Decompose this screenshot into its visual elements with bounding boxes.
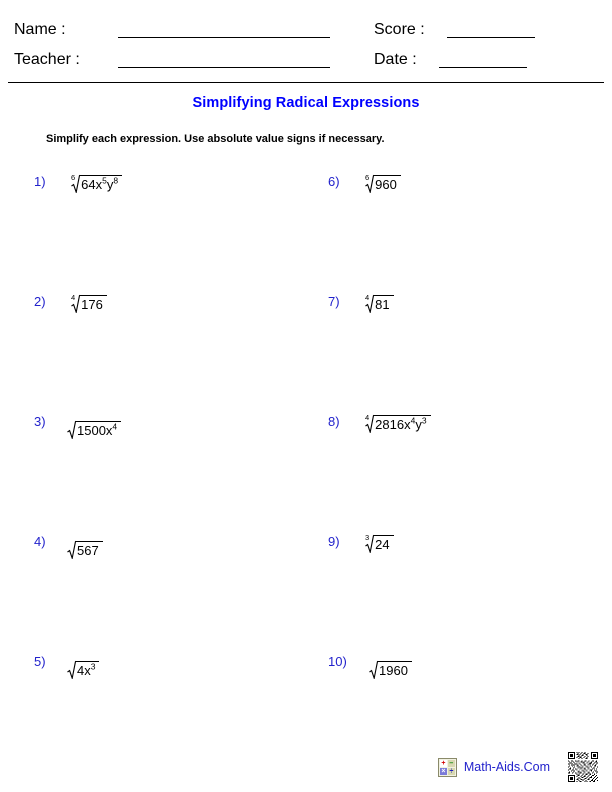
problem-number: 2): [34, 294, 46, 309]
radical-index: 4: [365, 413, 370, 422]
problem-expression: 4x3: [67, 642, 100, 679]
problem-cell: 3) 1500x4: [0, 402, 306, 522]
problem-row: 2) 4 176 7) 4 81: [0, 282, 612, 402]
teacher-label: Teacher :: [14, 51, 80, 68]
radical-index: 4: [71, 293, 76, 302]
date-label: Date :: [374, 51, 417, 68]
problem-cell: 2) 4 176: [0, 282, 306, 402]
header-row-teacher: Teacher : Date :: [14, 42, 598, 72]
radical-expression: 1960: [369, 660, 412, 679]
qr-code-icon: [568, 752, 598, 782]
brand-link[interactable]: + – × ÷ Math-Aids.Com: [437, 757, 550, 777]
problem-cell: 6) 6 960: [306, 162, 612, 282]
radical-index: 6: [365, 173, 370, 182]
problem-number: 10): [328, 654, 347, 669]
radicand: 1500x4: [76, 421, 122, 438]
calculator-key-divide: ÷: [447, 767, 455, 775]
radicand: 567: [76, 541, 103, 558]
problem-expression: 567: [67, 522, 103, 559]
teacher-input-line[interactable]: [118, 66, 330, 68]
problem-expression: 4 81: [362, 282, 394, 313]
problem-row: 4) 567 9) 3 24: [0, 522, 612, 642]
name-label: Name :: [14, 21, 66, 38]
radicand: 24: [374, 535, 394, 552]
worksheet-header: Name : Score : Teacher : Date :: [0, 0, 612, 72]
problem-expression: 1960: [362, 642, 412, 679]
radical-expression: 4 81: [362, 294, 394, 313]
radicand: 176: [80, 295, 107, 312]
page-title: Simplifying Radical Expressions: [192, 95, 420, 111]
calculator-key-times: ×: [439, 767, 447, 775]
header-row-name: Name : Score :: [14, 12, 598, 42]
radical-expression: 567: [67, 540, 103, 559]
radical-sign-icon: [67, 420, 76, 439]
radical-sign-icon: [67, 540, 76, 559]
problem-number: 5): [34, 654, 46, 669]
radical-sign-icon: [67, 660, 76, 679]
score-label: Score :: [374, 21, 425, 38]
radical-index: 6: [71, 173, 76, 182]
problem-expression: 6 960: [362, 162, 401, 193]
problem-expression: 3 24: [362, 522, 394, 553]
radical-expression: 4 2816x4y3: [362, 414, 431, 433]
problem-row: 1) 6 64x5y8 6) 6 960: [0, 162, 612, 282]
score-input-line[interactable]: [446, 36, 535, 38]
problems-grid: 1) 6 64x5y8 6) 6 960 2) 4 176 7) 4 81 3)…: [0, 162, 612, 762]
radicand: 1960: [378, 661, 412, 678]
worksheet-footer: + – × ÷ Math-Aids.Com: [0, 752, 612, 792]
problem-number: 1): [34, 174, 46, 189]
header-divider: [8, 82, 604, 83]
radical-expression: 4 176: [68, 294, 107, 313]
problem-number: 4): [34, 534, 46, 549]
problem-row: 3) 1500x4 8) 4 2816x4y3: [0, 402, 612, 522]
brand-text: Math-Aids.Com: [463, 760, 550, 774]
problem-cell: 7) 4 81: [306, 282, 612, 402]
radical-expression: 6 64x5y8: [68, 173, 123, 193]
radical-expression: 3 24: [362, 534, 394, 553]
problem-cell: 4) 567: [0, 522, 306, 642]
radicand: 4x3: [76, 661, 100, 678]
instructions-text: Simplify each expression. Use absolute v…: [46, 133, 385, 145]
problem-cell: 5) 4x3: [0, 642, 306, 762]
radicand: 64x5y8: [80, 175, 123, 192]
problem-expression: 4 2816x4y3: [362, 402, 431, 433]
calculator-key-plus: +: [439, 759, 447, 767]
radical-index: 3: [365, 533, 370, 542]
radicand: 2816x4y3: [374, 415, 431, 432]
calculator-key-minus: –: [447, 759, 455, 767]
radical-expression: 6 960: [362, 174, 401, 193]
problem-number: 8): [328, 414, 340, 429]
radicand: 960: [374, 175, 401, 192]
problem-expression: 1500x4: [67, 402, 122, 439]
radicand: 81: [374, 295, 394, 312]
name-input-line[interactable]: [118, 36, 330, 38]
calculator-icon: + – × ÷: [437, 757, 457, 777]
date-input-line[interactable]: [438, 66, 527, 68]
problem-cell: 8) 4 2816x4y3: [306, 402, 612, 522]
radical-sign-icon: [369, 660, 378, 679]
problem-number: 6): [328, 174, 340, 189]
problem-expression: 6 64x5y8: [68, 162, 123, 193]
problem-expression: 4 176: [68, 282, 107, 313]
problem-number: 9): [328, 534, 340, 549]
problem-row: 5) 4x3 10) 1960: [0, 642, 612, 762]
radical-expression: 4x3: [67, 660, 100, 679]
problem-cell: 10) 1960: [306, 642, 612, 762]
radical-expression: 1500x4: [67, 420, 122, 439]
radical-index: 4: [365, 293, 370, 302]
problem-number: 3): [34, 414, 46, 429]
problem-number: 7): [328, 294, 340, 309]
problem-cell: 1) 6 64x5y8: [0, 162, 306, 282]
problem-cell: 9) 3 24: [306, 522, 612, 642]
